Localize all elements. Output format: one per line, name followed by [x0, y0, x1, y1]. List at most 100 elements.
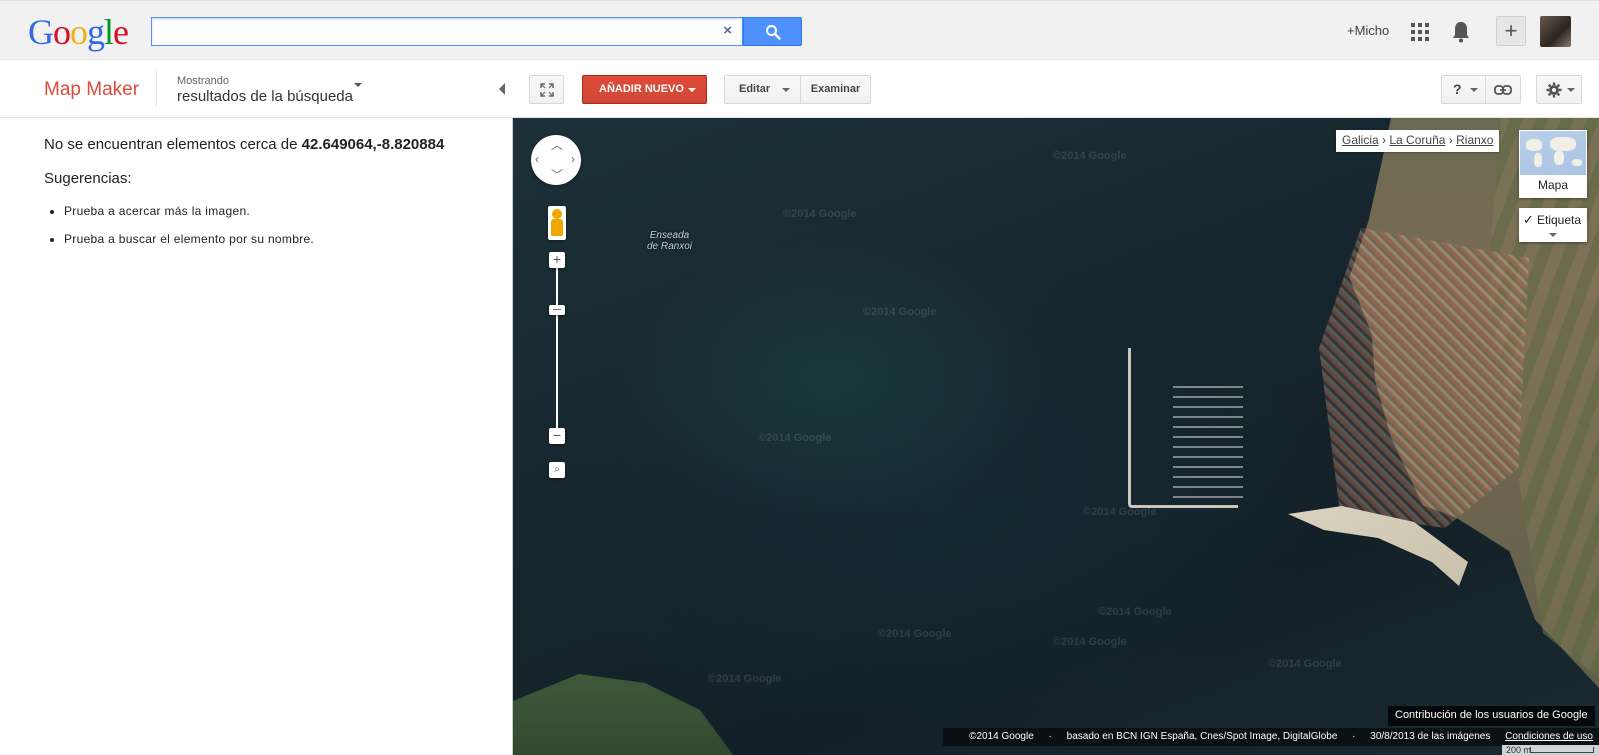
map-watermark: ©2014 Google: [1268, 658, 1342, 670]
divider: [156, 71, 157, 107]
zoom-out-button[interactable]: −: [549, 428, 565, 444]
pan-up-icon[interactable]: ︿: [551, 139, 563, 151]
link-button[interactable]: [1485, 75, 1521, 104]
scale-label: 200 m: [1506, 745, 1532, 755]
settings-button[interactable]: [1536, 75, 1582, 104]
chevron-down-icon: [1567, 88, 1575, 92]
chevron-down-icon: [782, 88, 790, 92]
breadcrumb-link[interactable]: Rianxo: [1456, 133, 1493, 147]
edit-button[interactable]: Editar: [724, 75, 801, 104]
logo-letter: G: [28, 12, 54, 52]
logo-letter: e: [113, 12, 129, 52]
labels-toggle-label: Etiqueta: [1537, 213, 1582, 227]
help-button[interactable]: ?: [1441, 75, 1486, 104]
search-button[interactable]: [743, 17, 802, 46]
map-watermark: ©2014 Google: [783, 208, 857, 220]
place-label-line: Enseada: [649, 230, 690, 241]
satellite-map[interactable]: ©2014 Google ©2014 Google ©2014 Google ©…: [513, 118, 1599, 755]
map-watermark: ©2014 Google: [1098, 606, 1172, 618]
avatar[interactable]: [1540, 16, 1571, 47]
world-map-thumbnail: [1520, 131, 1586, 175]
search-box[interactable]: ×: [151, 17, 743, 46]
attribution-separator: ·: [1048, 731, 1052, 742]
map-land: [513, 674, 733, 755]
logo-letter: g: [87, 12, 105, 52]
no-results-message: No se encuentran elementos cerca de 42.6…: [44, 136, 444, 153]
chevron-down-icon[interactable]: [354, 83, 362, 87]
edit-label: Editar: [739, 83, 771, 95]
expand-icon: [539, 83, 554, 97]
results-panel: No se encuentran elementos cerca de 42.6…: [0, 118, 513, 755]
share-plus-button[interactable]: +: [1496, 16, 1526, 46]
imagery-source: basado en BCN IGN España, Cnes/Spot Imag…: [1066, 731, 1338, 742]
breadcrumb-link[interactable]: Galicia: [1342, 133, 1379, 147]
checkmark-icon: ✓: [1523, 212, 1534, 227]
search-input[interactable]: [160, 22, 700, 42]
help-icon: ?: [1453, 81, 1462, 97]
logo-letter: o: [53, 12, 71, 52]
chevron-down-icon: [688, 88, 696, 92]
map-scale: 200 m: [1502, 745, 1599, 755]
gear-icon: [1546, 82, 1562, 98]
breadcrumb-link[interactable]: La Coruña: [1389, 133, 1445, 147]
suggestion-item: Prueba a buscar el elemento por su nombr…: [64, 232, 314, 246]
map-watermark: ©2014 Google: [878, 628, 952, 640]
panel-header: Map Maker Mostrando resultados de la bús…: [0, 60, 513, 118]
attribution-separator: ·: [1352, 731, 1356, 742]
pan-control[interactable]: ︿ ﹀ ‹ ›: [531, 135, 581, 185]
zoom-slider-handle[interactable]: [549, 305, 565, 315]
fullscreen-button[interactable]: [529, 75, 564, 104]
pan-left-icon[interactable]: ‹: [535, 153, 539, 165]
showing-dropdown[interactable]: resultados de la búsqueda: [177, 88, 353, 105]
apps-grid-icon[interactable]: [1411, 23, 1429, 41]
add-new-label: AÑADIR NUEVO: [599, 83, 684, 95]
map-attribution: ©2014 Google · basado en BCN IGN España,…: [943, 728, 1599, 746]
place-label-line: de Ranxoi: [647, 241, 693, 252]
link-icon: [1494, 85, 1512, 95]
terms-of-use-link[interactable]: Condiciones de uso: [1505, 731, 1593, 742]
map-copyright: ©2014 Google: [969, 731, 1034, 742]
map-town: [1319, 228, 1529, 528]
showing-label: Mostrando: [177, 75, 229, 87]
pan-down-icon[interactable]: ﹀: [551, 169, 563, 181]
user-profile-link[interactable]: +Micho: [1347, 23, 1389, 38]
zoom-slider-track[interactable]: [556, 268, 558, 428]
examine-button[interactable]: Examinar: [800, 75, 871, 104]
zoom-box-icon[interactable]: ⌕: [549, 462, 565, 478]
coordinates: 42.649064,-8.820884: [301, 136, 445, 153]
labels-toggle[interactable]: ✓ Etiqueta: [1519, 208, 1587, 242]
user-contributions-notice: Contribución de los usuarios de Google: [1388, 706, 1595, 726]
logo-letter: l: [104, 12, 114, 52]
map-watermark: ©2014 Google: [1053, 150, 1127, 162]
collapse-panel-icon[interactable]: [499, 83, 505, 95]
top-bar: Google × +Micho +: [0, 0, 1599, 60]
chevron-down-icon[interactable]: [1549, 233, 1557, 237]
breadcrumb-separator: ›: [1382, 133, 1387, 147]
breadcrumb-separator: ›: [1448, 133, 1453, 147]
google-logo[interactable]: Google: [28, 12, 129, 52]
imagery-date: 30/8/2013 de las imágenes: [1370, 731, 1491, 742]
app-title[interactable]: Map Maker: [44, 79, 139, 101]
place-label: Enseada de Ranxoi: [647, 230, 692, 252]
clear-search-icon[interactable]: ×: [723, 22, 732, 39]
zoom-in-button[interactable]: +: [549, 252, 565, 268]
street-view-pegman-icon[interactable]: [548, 206, 566, 240]
no-results-text: No se encuentran elementos cerca de: [44, 136, 302, 153]
location-breadcrumb: Galicia › La Coruña › Rianxo: [1336, 130, 1500, 152]
suggestions-title: Sugerencias:: [44, 170, 132, 187]
map-toolbar: AÑADIR NUEVO Editar Examinar ?: [513, 60, 1599, 118]
map-type-toggle[interactable]: Mapa: [1519, 130, 1587, 198]
map-watermark: ©2014 Google: [863, 306, 937, 318]
map-watermark: ©2014 Google: [1053, 636, 1127, 648]
map-type-label: Mapa: [1537, 178, 1569, 192]
suggestions-list: Prueba a acercar más la imagen. Prueba a…: [64, 204, 314, 260]
add-new-button[interactable]: AÑADIR NUEVO: [582, 75, 707, 104]
notifications-bell-icon[interactable]: [1452, 21, 1470, 43]
map-watermark: ©2014 Google: [1083, 506, 1157, 518]
pan-right-icon[interactable]: ›: [571, 153, 575, 165]
map-marina: [1173, 378, 1243, 498]
logo-letter: o: [70, 12, 88, 52]
scale-bar: [1530, 747, 1594, 753]
search-icon: [766, 25, 781, 40]
chevron-down-icon: [1470, 88, 1478, 92]
